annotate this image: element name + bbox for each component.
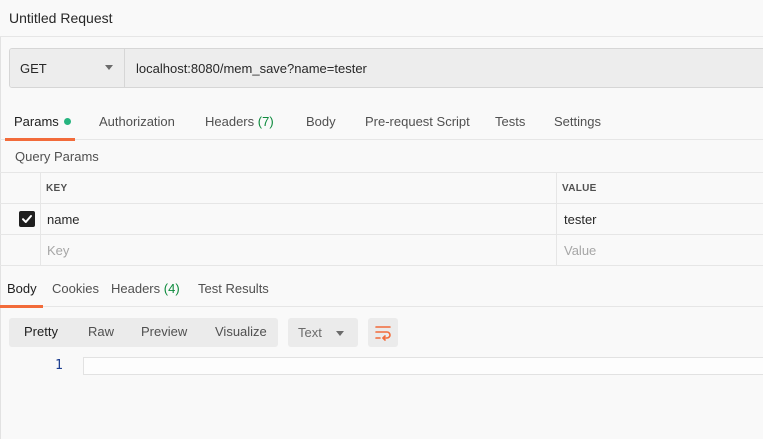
tab-response-headers-label: Headers — [111, 281, 161, 296]
tab-params[interactable]: Params — [14, 114, 71, 129]
tab-pre-request-script[interactable]: Pre-request Script — [365, 114, 470, 129]
view-pretty-button[interactable]: Pretty — [24, 324, 58, 339]
view-visualize-button[interactable]: Visualize — [215, 324, 267, 339]
tab-authorization[interactable]: Authorization — [99, 114, 175, 129]
tab-test-results[interactable]: Test Results — [198, 281, 269, 296]
check-icon — [22, 215, 32, 223]
chevron-down-icon — [105, 65, 113, 70]
wrap-lines-icon — [375, 326, 391, 341]
response-view-selector: Pretty Raw Preview Visualize — [9, 318, 278, 347]
column-divider — [556, 173, 557, 266]
tab-settings[interactable]: Settings — [554, 114, 601, 129]
wrap-lines-button[interactable] — [368, 318, 398, 347]
params-table: KEY VALUE name tester Key Value — [0, 172, 763, 266]
params-active-dot — [63, 118, 71, 125]
request-title[interactable]: Untitled Request — [9, 10, 113, 26]
key-column-header: KEY — [46, 183, 68, 194]
url-input[interactable]: localhost:8080/mem_save?name=tester — [136, 61, 367, 76]
column-divider — [40, 173, 41, 266]
tab-tests[interactable]: Tests — [495, 114, 525, 129]
active-response-tab-indicator — [0, 305, 43, 308]
param-enabled-checkbox[interactable] — [19, 211, 35, 227]
response-headers-count-badge: (4) — [163, 281, 180, 296]
response-tabs: Body Cookies Headers (4) Test Results — [0, 271, 763, 308]
query-params-label: Query Params — [15, 149, 99, 164]
new-key-input[interactable]: Key — [47, 243, 69, 258]
headers-count-badge: (7) — [257, 114, 274, 129]
request-bar: GET localhost:8080/mem_save?name=tester — [9, 48, 763, 88]
format-label: Text — [298, 325, 322, 340]
table-row: name tester — [0, 204, 763, 235]
view-raw-button[interactable]: Raw — [88, 324, 114, 339]
tab-response-headers[interactable]: Headers (4) — [111, 281, 180, 296]
method-label: GET — [20, 61, 47, 76]
response-format-select[interactable]: Text — [288, 318, 358, 347]
view-preview-button[interactable]: Preview — [141, 324, 187, 339]
request-tabs: Params Authorization Headers (7) Body Pr… — [0, 103, 763, 141]
value-column-header: VALUE — [562, 183, 597, 194]
active-tab-indicator — [5, 138, 75, 141]
tab-params-label: Params — [14, 114, 59, 129]
param-key-cell[interactable]: name — [47, 212, 80, 227]
params-header-row: KEY VALUE — [0, 173, 763, 204]
title-bar: Untitled Request — [0, 0, 763, 37]
tab-cookies[interactable]: Cookies — [52, 281, 99, 296]
tab-headers[interactable]: Headers (7) — [205, 114, 274, 129]
response-editor-line[interactable] — [83, 357, 763, 375]
tab-response-body[interactable]: Body — [7, 281, 37, 296]
tab-headers-label: Headers — [205, 114, 255, 129]
line-number: 1 — [55, 358, 63, 373]
table-row-empty: Key Value — [0, 235, 763, 266]
param-value-cell[interactable]: tester — [564, 212, 597, 227]
chevron-down-icon — [336, 331, 344, 336]
new-value-input[interactable]: Value — [564, 243, 596, 258]
tab-body[interactable]: Body — [306, 114, 336, 129]
method-select[interactable]: GET — [10, 49, 125, 87]
